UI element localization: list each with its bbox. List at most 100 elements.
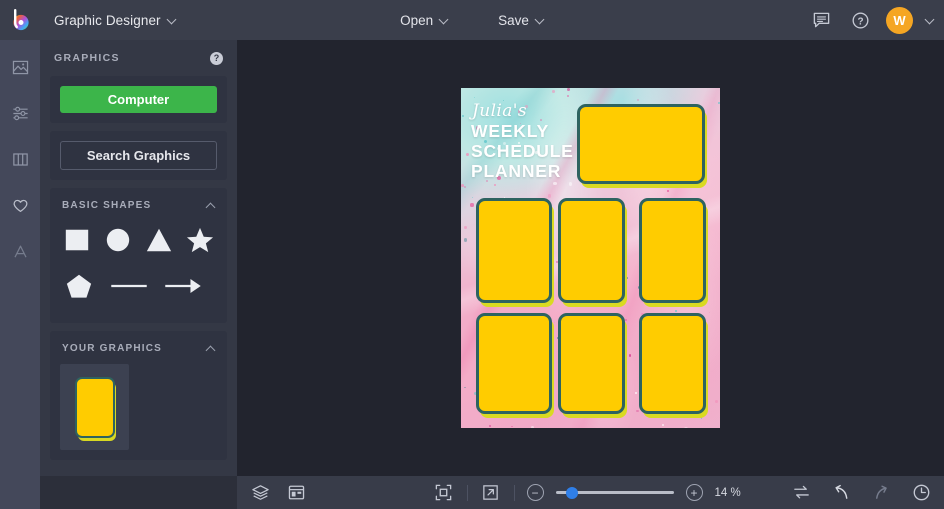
panel-help-icon[interactable]: ? — [210, 51, 223, 65]
basic-shapes-row-1 — [60, 221, 217, 259]
help-button[interactable]: ? — [847, 7, 873, 33]
save-button[interactable]: Save — [485, 7, 557, 34]
schedule-card-3[interactable] — [639, 198, 706, 303]
undo-button[interactable] — [830, 482, 852, 504]
shape-square[interactable] — [60, 221, 93, 259]
shape-arrow[interactable] — [160, 267, 206, 305]
schedule-card-4[interactable] — [476, 313, 552, 414]
speckle-dot — [648, 414, 651, 416]
your-graphics-header[interactable]: YOUR GRAPHICS — [60, 341, 217, 364]
shape-pentagon[interactable] — [60, 267, 98, 305]
speckle-dot — [463, 185, 466, 189]
shape-triangle[interactable] — [143, 221, 176, 259]
speckle-dot — [464, 226, 468, 230]
feedback-button[interactable] — [808, 7, 834, 33]
your-graphics-block: YOUR GRAPHICS — [50, 331, 227, 460]
speckle-dot — [684, 427, 689, 428]
question-circle-icon: ? — [852, 12, 868, 28]
speckle-dot — [489, 424, 492, 427]
rail-item-image[interactable] — [3, 52, 37, 82]
history-button[interactable] — [910, 482, 932, 504]
speckle-dot — [547, 194, 552, 198]
speckle-dot — [661, 423, 665, 427]
design-heading-line-3: PLANNER — [471, 161, 562, 181]
chevron-down-icon — [168, 16, 176, 24]
speckle-dot — [511, 425, 513, 428]
speckle-dot — [715, 399, 718, 403]
speckle-dot — [473, 97, 475, 99]
zoom-slider-thumb[interactable] — [566, 486, 579, 499]
speckle-dot — [700, 417, 703, 419]
zoom-in-button[interactable]: + — [685, 484, 703, 501]
undo-arrow-icon — [834, 484, 847, 499]
search-graphics-button[interactable]: Search Graphics — [60, 141, 217, 170]
open-button-label: Open — [400, 12, 434, 28]
basic-shapes-header[interactable]: BASIC SHAPES — [60, 198, 217, 221]
canvas-area[interactable]: Julia's WEEKLY SCHEDULE PLANNER — [237, 40, 944, 476]
top-bar: Graphic Designer Open Save ? W — [0, 0, 944, 40]
rail-item-text[interactable] — [3, 236, 37, 266]
computer-upload-button[interactable]: Computer — [60, 86, 217, 113]
computer-upload-block: Computer — [50, 76, 227, 123]
basic-shapes-block: BASIC SHAPES — [50, 188, 227, 323]
divider — [466, 484, 468, 501]
chevron-up-icon[interactable] — [206, 201, 215, 210]
design-heading[interactable]: WEEKLY SCHEDULE PLANNER — [471, 121, 574, 181]
zoom-out-button[interactable]: − — [526, 484, 544, 501]
schedule-card-6[interactable] — [639, 313, 706, 414]
speckle-dot — [511, 414, 516, 419]
speckle-dot — [461, 114, 464, 117]
design-script-title[interactable]: Julia's — [472, 101, 527, 121]
speckle-dot — [628, 354, 632, 358]
schedule-card-header[interactable] — [577, 104, 705, 184]
triangle-icon — [146, 228, 172, 252]
zoom-slider[interactable] — [555, 486, 674, 500]
app-title-menu[interactable]: Graphic Designer — [44, 7, 188, 34]
chevron-down-icon — [440, 16, 448, 24]
schedule-card-5[interactable] — [558, 313, 625, 414]
avatar-initial: W — [893, 12, 906, 28]
account-chevron-down-icon[interactable] — [926, 16, 934, 24]
chevron-up-icon[interactable] — [206, 344, 215, 353]
thumbnail-card-shape — [74, 376, 115, 438]
bitcoin-rainbow-logo-icon — [13, 9, 29, 31]
svg-text:?: ? — [857, 16, 863, 27]
fit-to-screen-button[interactable] — [433, 482, 455, 504]
shape-line[interactable] — [106, 267, 152, 305]
heart-icon — [13, 199, 27, 212]
rail-item-layouts[interactable] — [3, 144, 37, 174]
speckle-dot — [551, 90, 555, 93]
circle-icon — [106, 228, 130, 252]
speckle-dot — [464, 386, 467, 389]
star-icon — [187, 227, 214, 253]
basic-shapes-row-2 — [60, 267, 217, 305]
left-rail — [0, 40, 40, 509]
expand-button[interactable] — [480, 482, 502, 504]
redo-button[interactable] — [870, 482, 892, 504]
artboard[interactable]: Julia's WEEKLY SCHEDULE PLANNER — [461, 88, 720, 428]
schedule-card-2[interactable] — [558, 198, 625, 303]
your-graphics-title: YOUR GRAPHICS — [62, 343, 163, 354]
shape-circle[interactable] — [101, 221, 134, 259]
top-right-actions: ? W — [808, 0, 934, 40]
speckle-dot — [471, 196, 474, 198]
avatar[interactable]: W — [886, 6, 913, 34]
redo-arrow-icon — [875, 485, 887, 499]
shape-star[interactable] — [184, 221, 217, 259]
zoom-level-value: 14 % — [714, 486, 741, 499]
text-a-icon — [13, 245, 27, 257]
speckle-dot — [463, 238, 467, 242]
speckle-dot — [636, 409, 639, 412]
open-button[interactable]: Open — [387, 7, 461, 34]
compare-button[interactable] — [790, 482, 812, 504]
pentagon-icon — [66, 274, 92, 298]
app-logo[interactable] — [0, 0, 40, 40]
schedule-card-1[interactable] — [476, 198, 552, 303]
speckle-dot — [494, 183, 497, 186]
rail-item-adjust[interactable] — [3, 98, 37, 128]
chat-bubble-icon — [813, 12, 829, 27]
rail-item-favorites[interactable] — [3, 190, 37, 220]
graphic-thumbnail-yellow-card[interactable] — [60, 364, 129, 450]
design-heading-line-1: WEEKLY — [471, 121, 550, 141]
speckle-dot — [708, 311, 711, 314]
